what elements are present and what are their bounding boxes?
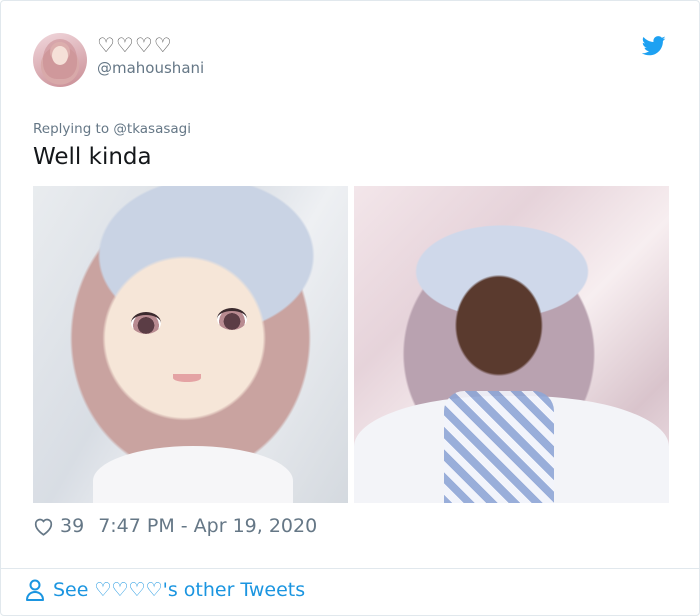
twitter-bird-icon[interactable] [642,35,666,57]
anime-mouth [173,374,201,382]
replying-to-line: Replying to @tkasasagi [33,121,191,137]
heart-icon[interactable] [33,517,54,536]
tweet-media [33,186,669,503]
avatar[interactable] [33,33,87,87]
anime-collar [93,446,293,503]
tweet-timestamp[interactable]: 7:47 PM - Apr 19, 2020 [98,515,317,537]
avatar-face-shape [52,46,68,65]
footer-divider [1,568,700,569]
tweet-meta: 39 7:47 PM - Apr 19, 2020 [33,515,317,537]
like-count[interactable]: 39 [60,515,84,537]
tweet-text: Well kinda [33,144,152,170]
other-tweets-link[interactable]: See ♡♡♡♡'s other Tweets [25,579,305,601]
media-image-anime[interactable] [33,186,348,503]
anime-eye-left [131,312,161,334]
anime-eye-right [217,308,247,330]
replying-to-prefix: Replying to [33,121,114,137]
user-handle[interactable]: @mahoushani [97,59,204,77]
person-icon [26,579,44,601]
media-image-photo[interactable] [354,186,669,503]
other-tweets-link-label[interactable]: See ♡♡♡♡'s other Tweets [53,579,305,601]
photo-gingham-dress [444,391,554,503]
display-name[interactable]: ♡♡♡♡ [97,33,173,57]
reply-mention-link[interactable]: @tkasasagi [113,121,191,137]
embedded-tweet-card: ♡♡♡♡ @mahoushani Replying to @tkasasagi … [0,0,700,616]
